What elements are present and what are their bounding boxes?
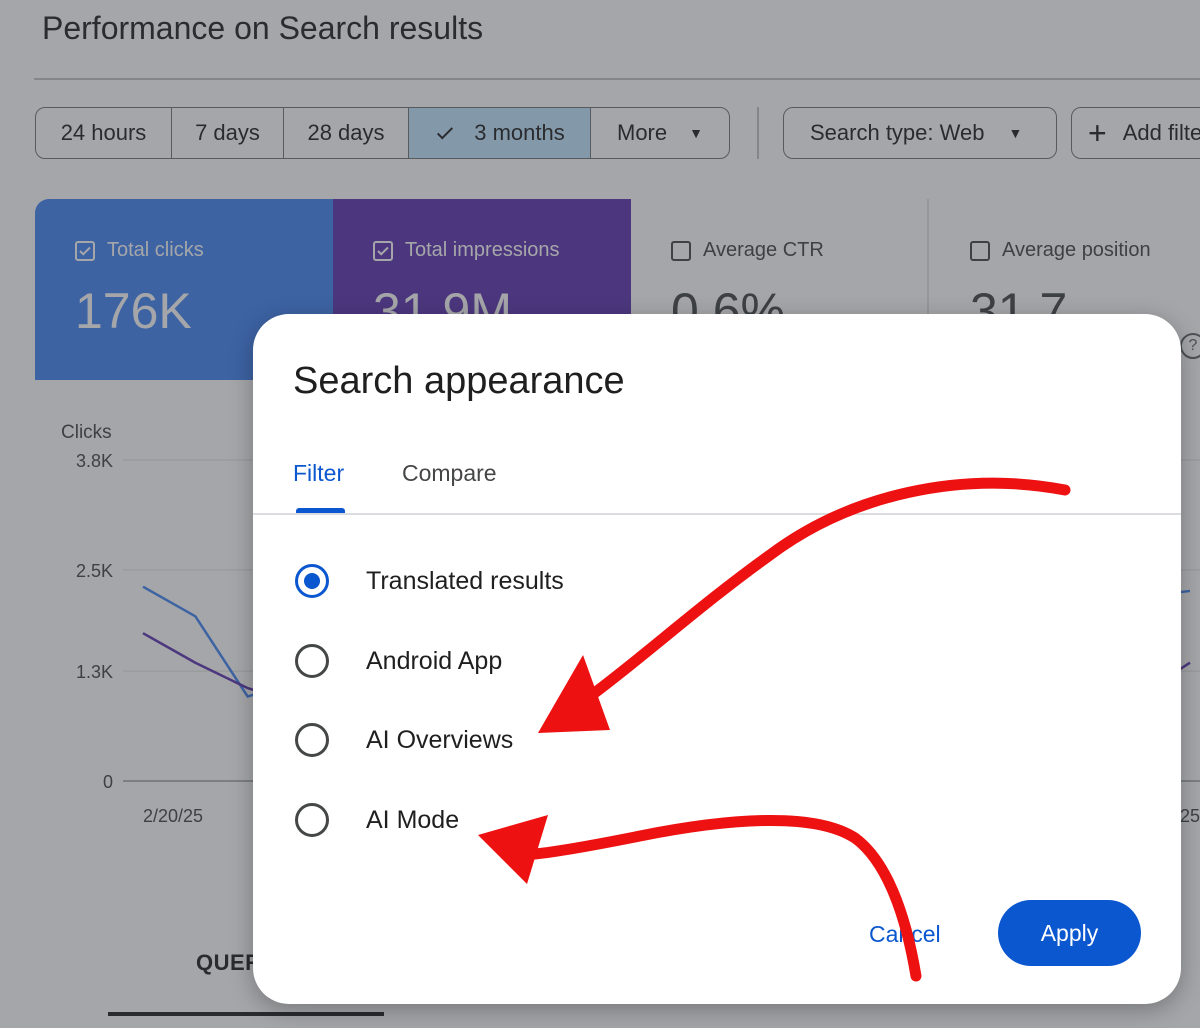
option-ai-mode[interactable]: AI Mode: [295, 800, 459, 840]
dialog-title: Search appearance: [293, 360, 625, 402]
apply-button[interactable]: Apply: [998, 900, 1141, 966]
option-android-app[interactable]: Android App: [295, 641, 502, 681]
cancel-button[interactable]: Cancel: [869, 914, 941, 954]
tab-divider: [253, 513, 1181, 515]
radio-unselected-icon[interactable]: [295, 644, 329, 678]
option-label: Android App: [366, 646, 503, 675]
option-label: AI Overviews: [366, 725, 514, 754]
radio-unselected-icon[interactable]: [295, 723, 329, 757]
option-ai-overviews[interactable]: AI Overviews: [295, 720, 513, 760]
tab-filter[interactable]: Filter: [293, 460, 344, 487]
search-appearance-dialog: Search appearance Filter Compare Transla…: [253, 314, 1181, 1004]
tab-compare[interactable]: Compare: [402, 460, 497, 487]
option-label: Translated results: [366, 566, 564, 595]
radio-unselected-icon[interactable]: [295, 803, 329, 837]
radio-selected-icon[interactable]: [295, 564, 329, 598]
option-translated-results[interactable]: Translated results: [295, 561, 564, 601]
option-label: AI Mode: [366, 805, 460, 834]
